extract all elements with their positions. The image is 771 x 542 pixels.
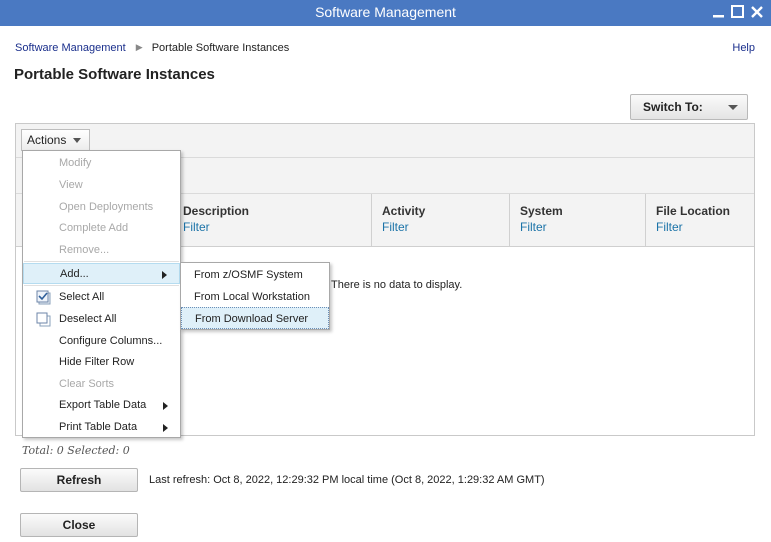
column-header-activity[interactable]: Activity Filter [371, 194, 509, 246]
column-filter-link[interactable]: Filter [520, 220, 645, 234]
menu-item-export-table-data[interactable]: Export Table Data [23, 395, 180, 416]
menu-item-add[interactable]: Add... [23, 263, 180, 284]
column-filter-link[interactable]: Filter [656, 220, 754, 234]
help-link[interactable]: Help [732, 42, 755, 54]
menu-item-view[interactable]: View [23, 175, 180, 196]
actions-label: Actions [27, 133, 67, 147]
menu-item-deselect-all[interactable]: Deselect All [23, 309, 180, 330]
actions-menu: Modify View Open Deployments Complete Ad… [22, 150, 181, 438]
menu-item-label: Select All [59, 291, 105, 303]
switch-to-dropdown[interactable]: Switch To: [630, 94, 748, 120]
menu-item-label: Add... [60, 268, 89, 280]
column-title: Activity [382, 204, 426, 218]
submenu-arrow-icon [163, 424, 168, 432]
menu-divider [24, 261, 179, 262]
menu-item-label: Export Table Data [59, 399, 147, 411]
menu-item-modify[interactable]: Modify [23, 153, 180, 174]
menu-divider [24, 285, 179, 286]
menu-item-complete-add[interactable]: Complete Add [23, 218, 180, 239]
page-title: Portable Software Instances [14, 66, 215, 83]
submenu-item-from-local-workstation[interactable]: From Local Workstation [181, 286, 329, 308]
actions-button[interactable]: Actions [21, 129, 90, 151]
submenu-arrow-icon [163, 402, 168, 410]
close-window-icon[interactable] [749, 4, 765, 20]
close-button[interactable]: Close [20, 513, 138, 537]
column-title: File Location [656, 204, 731, 218]
submenu-arrow-icon [162, 271, 167, 279]
table-totals: Total: 0 Selected: 0 [22, 444, 130, 457]
menu-item-label: Print Table Data [59, 421, 138, 433]
menu-item-remove[interactable]: Remove... [23, 240, 180, 261]
menu-item-label: Deselect All [59, 313, 117, 325]
chevron-down-icon [73, 138, 81, 143]
window-title: Software Management [315, 4, 456, 20]
column-filter-link[interactable]: Filter [382, 220, 509, 234]
menu-item-select-all[interactable]: Select All [23, 287, 180, 308]
chevron-down-icon [728, 105, 738, 110]
column-title: Description [183, 204, 250, 218]
breadcrumb-current: Portable Software Instances [151, 42, 290, 54]
window-titlebar: Software Management [0, 0, 771, 26]
menu-item-hide-filter-row[interactable]: Hide Filter Row [23, 352, 180, 373]
menu-item-open-deployments[interactable]: Open Deployments [23, 197, 180, 218]
column-header-file-location[interactable]: File Location Filter [645, 194, 754, 246]
column-header-system[interactable]: System Filter [509, 194, 645, 246]
breadcrumb: Software Management ▶ Portable Software … [15, 42, 289, 54]
column-title: System [520, 204, 563, 218]
breadcrumb-root-link[interactable]: Software Management [15, 42, 126, 54]
menu-item-clear-sorts[interactable]: Clear Sorts [23, 374, 180, 395]
minimize-icon[interactable] [711, 4, 727, 20]
add-submenu: From z/OSMF System From Local Workstatio… [180, 262, 330, 330]
breadcrumb-separator-icon: ▶ [135, 42, 143, 52]
submenu-item-from-zosmf-system[interactable]: From z/OSMF System [181, 264, 329, 286]
maximize-icon[interactable] [730, 4, 746, 20]
switch-to-label: Switch To: [643, 100, 703, 114]
empty-table-message: There is no data to display. [331, 279, 463, 291]
column-filter-link[interactable]: Filter [183, 220, 373, 234]
last-refresh-text: Last refresh: Oct 8, 2022, 12:29:32 PM l… [149, 474, 545, 486]
menu-item-print-table-data[interactable]: Print Table Data [23, 417, 180, 438]
submenu-item-from-download-server[interactable]: From Download Server [181, 307, 329, 329]
menu-item-configure-columns[interactable]: Configure Columns... [23, 331, 180, 352]
column-header-description[interactable]: Description Filter [172, 194, 373, 246]
refresh-button[interactable]: Refresh [20, 468, 138, 492]
